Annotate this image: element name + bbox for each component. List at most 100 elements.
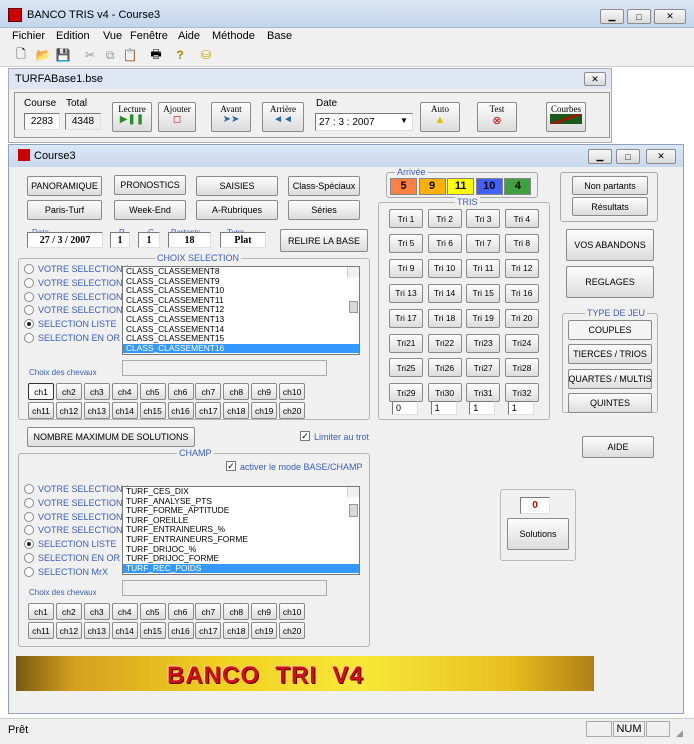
tri-button-17[interactable]: Tri 17	[389, 308, 423, 328]
tri-button-27[interactable]: Tri27	[466, 358, 501, 378]
tri-button-4[interactable]: Tri 4	[504, 209, 539, 228]
tri-button-7[interactable]: Tri 7	[466, 233, 501, 253]
champ-radio-6[interactable]	[24, 553, 34, 563]
horse-button-ch6[interactable]: ch6	[167, 603, 194, 620]
resize-grip-icon[interactable]: ◢	[676, 728, 683, 739]
horse-button-ch20[interactable]: ch20	[279, 402, 306, 419]
aide-button[interactable]: AIDE	[582, 436, 654, 458]
selection-option-label[interactable]: VOTRE SELECTION 2	[38, 278, 130, 288]
tri-button-15[interactable]: Tri 15	[466, 283, 501, 303]
champ-option-label[interactable]: VOTRE SELECTION 2	[38, 498, 130, 508]
champ-option-label[interactable]: SELECTION EN OR	[38, 553, 120, 563]
horse-button-ch9[interactable]: ch9	[251, 603, 278, 620]
champ-option-label[interactable]: VOTRE SELECTION 3	[38, 512, 130, 522]
tri-button-9[interactable]: Tri 9	[389, 258, 423, 278]
relire-base-button[interactable]: RELIRE LA BASE	[280, 229, 368, 252]
horse-button-ch19[interactable]: ch19	[251, 622, 278, 639]
tri-button-32[interactable]: Tri32	[504, 383, 539, 403]
champ-option-label[interactable]: SELECTION LISTE	[38, 539, 117, 549]
menu-aide[interactable]: Aide	[178, 30, 200, 42]
quintes-button[interactable]: QUINTES	[568, 393, 652, 413]
horse-button-ch10[interactable]: ch10	[279, 383, 306, 400]
chevron-down-icon[interactable]: ▼	[398, 116, 410, 128]
nombre-max-solutions-button[interactable]: NOMBRE MAXIMUM DE SOLUTIONS	[27, 427, 195, 447]
test-button[interactable]: Test ⊗	[477, 102, 517, 132]
save-icon[interactable]: 💾	[55, 47, 71, 63]
horse-button-ch13[interactable]: ch13	[83, 402, 110, 419]
horse-button-ch4[interactable]: ch4	[111, 383, 138, 400]
selection-list[interactable]: CLASS_CLASSEMENT8 CLASS_CLASSEMENT9 CLASS_…	[122, 266, 360, 355]
selection-radio-3[interactable]	[24, 291, 34, 302]
horse-button-ch5[interactable]: ch5	[139, 383, 166, 400]
horse-button-ch7[interactable]: ch7	[195, 383, 222, 400]
arriere-button[interactable]: Arrière ◄◄	[262, 102, 304, 132]
horse-button-ch5[interactable]: ch5	[139, 603, 166, 620]
horse-button-ch2[interactable]: ch2	[55, 383, 82, 400]
horse-button-ch11[interactable]: ch11	[28, 402, 54, 419]
reglages-button[interactable]: REGLAGES	[566, 266, 654, 298]
tri-button-6[interactable]: Tri 6	[427, 233, 462, 253]
tri-button-31[interactable]: Tri31	[466, 383, 501, 403]
horse-button-ch17[interactable]: ch17	[195, 622, 222, 639]
horse-button-ch3[interactable]: ch3	[83, 383, 110, 400]
champ-option-label[interactable]: SELECTION MrX	[38, 567, 108, 577]
auto-button[interactable]: Auto ▲	[420, 102, 460, 132]
date-picker[interactable]: 27 : 3 : 2007 ▼	[315, 113, 413, 131]
champ-radio-3[interactable]	[24, 511, 34, 522]
ajouter-button[interactable]: Ajouter ◻	[158, 102, 196, 132]
paris-turf-button[interactable]: Paris-Turf	[27, 200, 102, 220]
tri-button-10[interactable]: Tri 10	[427, 258, 462, 278]
horse-button-ch10[interactable]: ch10	[279, 603, 306, 620]
tri-button-20[interactable]: Tri 20	[504, 308, 539, 328]
horse-button-ch2[interactable]: ch2	[55, 603, 82, 620]
tri-field-4[interactable]: 1	[507, 401, 534, 415]
selection-option-label[interactable]: SELECTION LISTE	[38, 319, 117, 329]
tri-button-1[interactable]: Tri 1	[389, 209, 423, 228]
quartes-multis-button[interactable]: QUARTES / MULTIS	[568, 369, 652, 389]
tri-button-30[interactable]: Tri30	[427, 383, 462, 403]
champ-list-scrollbar[interactable]	[347, 487, 359, 517]
horse-button-ch11[interactable]: ch11	[28, 622, 54, 639]
selection-option-label[interactable]: VOTRE SELECTION 3	[38, 292, 130, 302]
horse-button-ch19[interactable]: ch19	[251, 402, 278, 419]
horse-button-ch13[interactable]: ch13	[83, 622, 110, 639]
tri-button-19[interactable]: Tri 19	[466, 308, 501, 328]
solutions-button[interactable]: Solutions	[507, 518, 569, 550]
tri-button-22[interactable]: Tri22	[427, 333, 462, 353]
tri-field-2[interactable]: 1	[430, 401, 457, 415]
horse-button-ch15[interactable]: ch15	[139, 402, 166, 419]
tri-button-16[interactable]: Tri 16	[504, 283, 539, 303]
courbes-button[interactable]: Courbes	[546, 102, 586, 132]
course-maximize-button[interactable]: □	[616, 149, 640, 164]
tri-button-5[interactable]: Tri 5	[389, 233, 423, 253]
menu-methode[interactable]: Méthode	[212, 30, 255, 42]
horse-button-ch18[interactable]: ch18	[223, 622, 250, 639]
champ-option-label[interactable]: VOTRE SELECTION 4	[38, 525, 130, 535]
horse-button-ch1[interactable]: ch1	[28, 603, 54, 620]
couples-button[interactable]: COUPLES	[568, 320, 652, 340]
class-speciaux-button[interactable]: Class-Spéciaux	[288, 176, 360, 196]
champ-option-label[interactable]: VOTRE SELECTION 1	[38, 484, 130, 494]
tri-field-1[interactable]: 0	[392, 401, 418, 415]
minimize-button[interactable]: ▁	[600, 9, 624, 24]
a-rubriques-button[interactable]: A-Rubriques	[196, 200, 278, 220]
tri-button-21[interactable]: Tri21	[389, 333, 423, 353]
database-icon[interactable]: ⛁	[198, 47, 214, 63]
menu-fichier[interactable]: Fichier	[12, 30, 45, 42]
new-file-icon[interactable]: 🗋	[13, 47, 29, 63]
menu-vue[interactable]: Vue	[103, 30, 122, 42]
horse-button-ch8[interactable]: ch8	[223, 603, 250, 620]
horse-button-ch12[interactable]: ch12	[55, 402, 82, 419]
menu-edition[interactable]: Edition	[56, 30, 90, 42]
tri-button-24[interactable]: Tri24	[504, 333, 539, 353]
horse-button-ch1[interactable]: ch1	[28, 383, 54, 400]
help-icon[interactable]: ?	[172, 47, 188, 63]
selection-radio-2[interactable]	[24, 277, 34, 288]
selection-option-label[interactable]: VOTRE SELECTION 1	[38, 264, 130, 274]
horse-button-ch3[interactable]: ch3	[83, 603, 110, 620]
course-minimize-button[interactable]: ▁	[588, 149, 612, 164]
horse-button-ch14[interactable]: ch14	[111, 622, 138, 639]
tri-button-8[interactable]: Tri 8	[504, 233, 539, 253]
horse-button-ch15[interactable]: ch15	[139, 622, 166, 639]
menu-fenetre[interactable]: Fenêtre	[130, 30, 168, 42]
